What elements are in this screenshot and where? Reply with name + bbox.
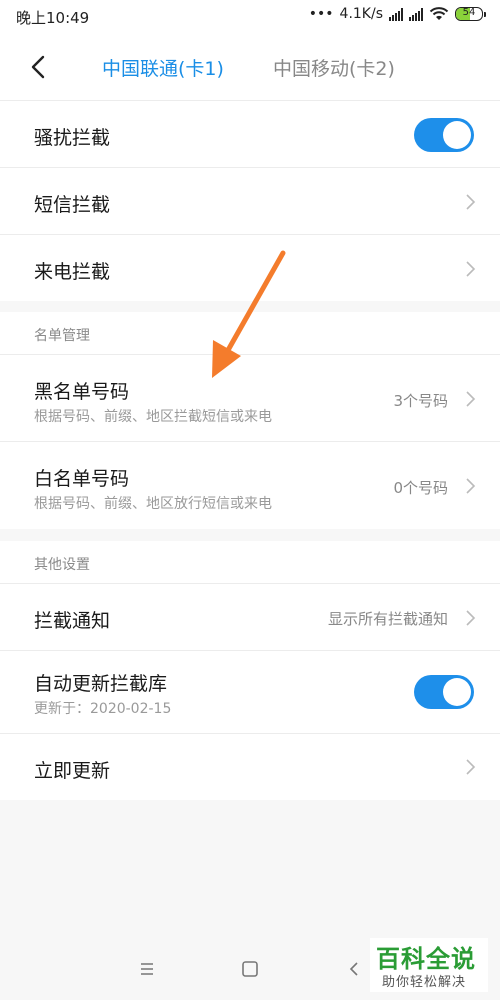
whitelist-count: 0个号码: [393, 479, 448, 497]
watermark: 百科全说 助你轻松解决: [370, 938, 488, 992]
harass-block-label: 骚扰拦截: [34, 127, 111, 149]
whitelist-label: 白名单号码: [34, 468, 130, 490]
chevron-right-icon: [466, 194, 476, 210]
whitelist-subtitle: 根据号码、前缀、地区放行短信或来电: [34, 496, 272, 512]
header: 中国联通(卡1) 中国移动(卡2): [0, 34, 500, 101]
block-settings-group: 骚扰拦截 短信拦截 来电拦截: [0, 101, 500, 301]
wifi-icon: [429, 7, 449, 20]
update-now-label: 立即更新: [34, 760, 111, 782]
watermark-title: 百科全说: [376, 945, 476, 973]
section-label-list: 名单管理: [34, 328, 90, 344]
block-notify-label: 拦截通知: [34, 610, 111, 632]
other-settings-group: 其他设置 拦截通知 显示所有拦截通知 自动更新拦截库 更新于：2020-02-1…: [0, 541, 500, 800]
chevron-right-icon: [466, 610, 476, 626]
auto-update-toggle[interactable]: [414, 675, 474, 709]
status-icons: ••• 4.1K/s 54: [309, 6, 486, 22]
chevron-right-icon: [466, 478, 476, 494]
auto-update-row[interactable]: 自动更新拦截库 更新于：2020-02-15: [0, 651, 500, 734]
net-speed: 4.1K/s: [339, 6, 383, 22]
whitelist-row[interactable]: 白名单号码 根据号码、前缀、地区放行短信或来电 0个号码: [0, 442, 500, 529]
update-now-row[interactable]: 立即更新: [0, 734, 500, 800]
auto-update-label: 自动更新拦截库: [34, 673, 168, 695]
status-time: 晚上10:49: [16, 9, 90, 27]
watermark-subtitle: 助你轻松解决: [382, 975, 467, 990]
menu-icon[interactable]: [132, 954, 162, 984]
call-block-label: 来电拦截: [34, 261, 111, 283]
other-settings-header: 其他设置: [0, 541, 500, 584]
chevron-right-icon: [466, 759, 476, 775]
chevron-right-icon: [466, 261, 476, 277]
call-block-row[interactable]: 来电拦截: [0, 235, 500, 301]
sms-block-label: 短信拦截: [34, 194, 111, 216]
status-bar: 晚上10:49 ••• 4.1K/s 54: [0, 0, 500, 34]
harass-block-row[interactable]: 骚扰拦截: [0, 101, 500, 168]
block-notify-row[interactable]: 拦截通知 显示所有拦截通知: [0, 584, 500, 651]
blacklist-row[interactable]: 黑名单号码 根据号码、前缀、地区拦截短信或来电 3个号码: [0, 355, 500, 442]
harass-block-toggle[interactable]: [414, 118, 474, 152]
battery-level: 54: [462, 7, 476, 18]
back-arrow-icon[interactable]: [24, 52, 54, 82]
chevron-right-icon: [466, 391, 476, 407]
signal-icon-1: [389, 7, 403, 21]
section-label-other: 其他设置: [34, 557, 90, 573]
tab-sim-1[interactable]: 中国联通(卡1): [102, 54, 224, 81]
list-management-header: 名单管理: [0, 312, 500, 355]
auto-update-subtitle: 更新于：2020-02-15: [34, 701, 172, 717]
signal-icon-2: [409, 7, 423, 21]
tab-sim-2[interactable]: 中国移动(卡2): [273, 54, 395, 81]
list-management-group: 名单管理 黑名单号码 根据号码、前缀、地区拦截短信或来电 3个号码 白名单号码 …: [0, 312, 500, 529]
home-icon[interactable]: [235, 954, 265, 984]
net-speed-dots: •••: [308, 6, 334, 22]
blacklist-count: 3个号码: [393, 392, 448, 410]
sms-block-row[interactable]: 短信拦截: [0, 168, 500, 235]
battery-icon: 54: [455, 7, 486, 21]
block-notify-value: 显示所有拦截通知: [327, 610, 448, 628]
blacklist-subtitle: 根据号码、前缀、地区拦截短信或来电: [34, 409, 272, 425]
blacklist-label: 黑名单号码: [34, 381, 130, 403]
back-icon[interactable]: [340, 954, 370, 984]
